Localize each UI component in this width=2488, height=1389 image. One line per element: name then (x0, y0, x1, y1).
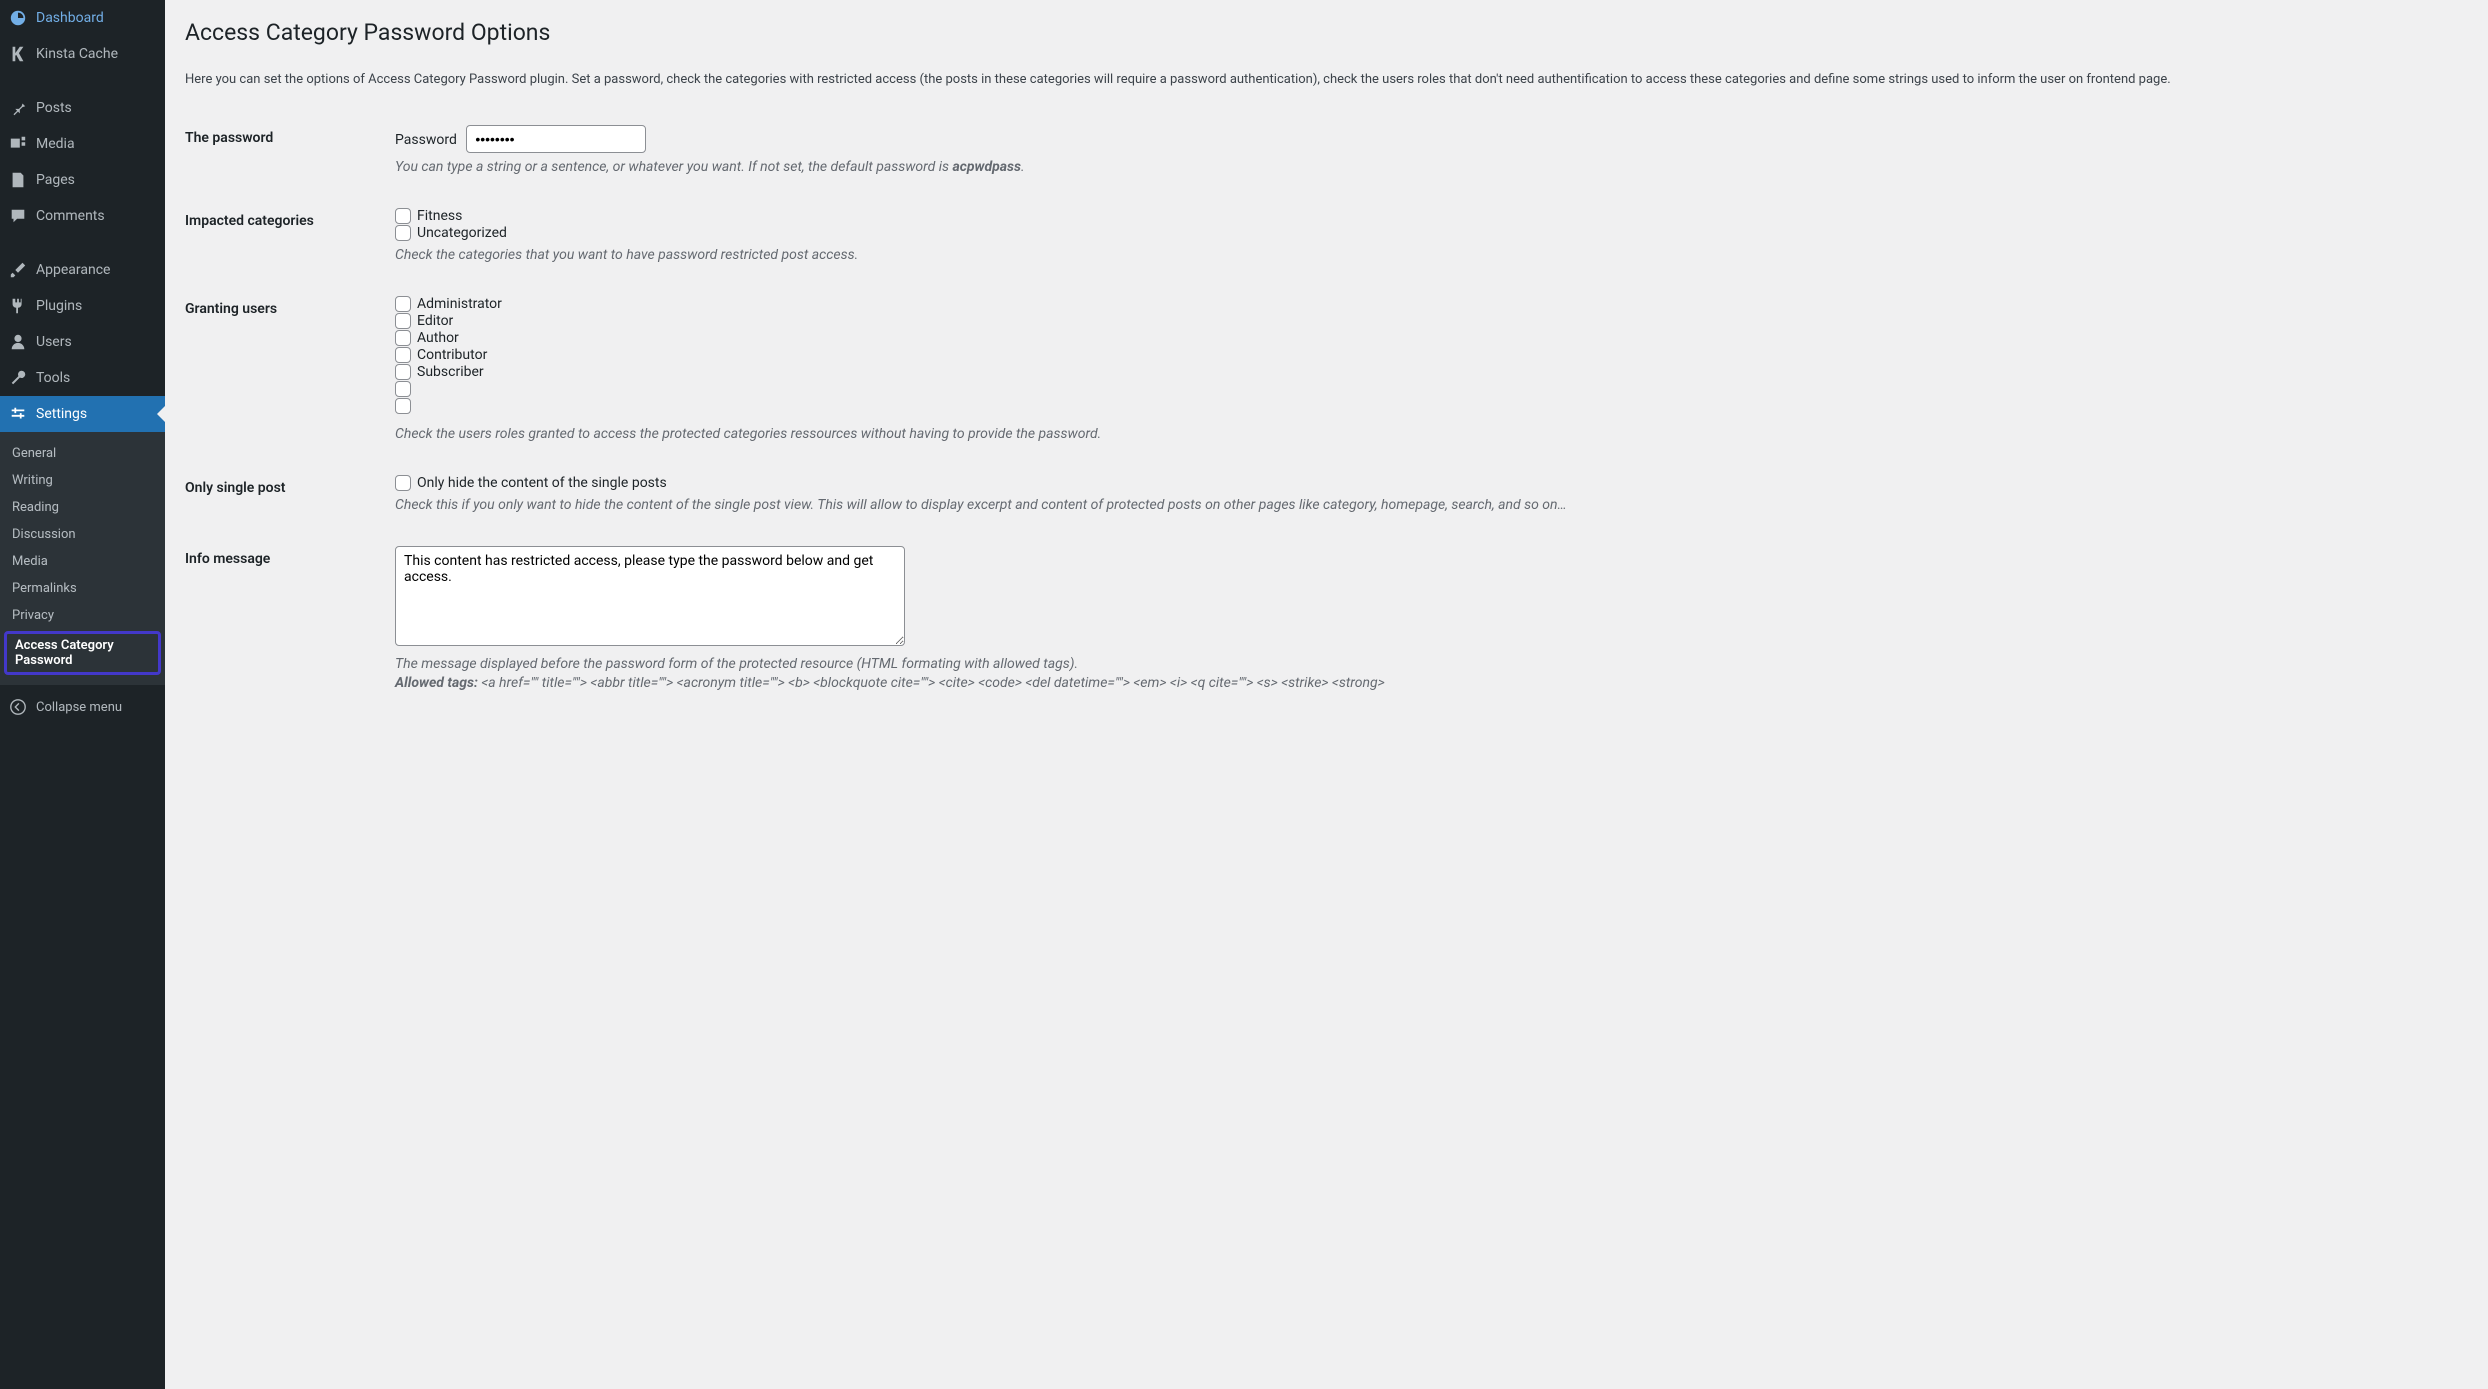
sidebar-item-label: Posts (36, 100, 72, 116)
categories-heading: Impacted categories (185, 193, 385, 281)
intro-text: Here you can set the options of Access C… (185, 70, 2468, 90)
comment-icon (8, 206, 28, 226)
user-row: Author (395, 330, 2458, 346)
sidebar-item-users[interactable]: Users (0, 324, 165, 360)
sidebar-item-label: Pages (36, 172, 75, 188)
user-row: Editor (395, 313, 2458, 329)
user-row (395, 398, 2458, 414)
category-label: Uncategorized (417, 225, 507, 241)
user-checkbox-editor[interactable] (395, 313, 411, 329)
user-label: Contributor (417, 347, 487, 363)
submenu-permalinks[interactable]: Permalinks (0, 575, 165, 602)
user-row: Administrator (395, 296, 2458, 312)
single-heading: Only single post (185, 460, 385, 531)
user-row: Subscriber (395, 364, 2458, 380)
wrench-icon (8, 368, 28, 388)
submenu-writing[interactable]: Writing (0, 467, 165, 494)
pages-icon (8, 170, 28, 190)
user-row (395, 381, 2458, 397)
sidebar-item-appearance[interactable]: Appearance (0, 252, 165, 288)
main-content: Access Category Password Options Here yo… (165, 0, 2488, 1389)
sidebar-item-label: Tools (36, 370, 70, 386)
single-checkbox[interactable] (395, 475, 411, 491)
user-checkbox-administrator[interactable] (395, 296, 411, 312)
user-checkbox-empty-1[interactable] (395, 381, 411, 397)
collapse-icon (8, 697, 28, 717)
sidebar-item-kinsta-cache[interactable]: Kinsta Cache (0, 36, 165, 72)
media-icon (8, 134, 28, 154)
password-heading: The password (185, 110, 385, 193)
allowed-tags: Allowed tags: <a href="" title=""> <abbr… (395, 675, 2458, 691)
info-heading: Info message (185, 531, 385, 706)
sidebar-item-comments[interactable]: Comments (0, 198, 165, 234)
single-description: Check this if you only want to hide the … (395, 495, 2458, 516)
info-message-textarea[interactable]: This content has restricted access, plea… (395, 546, 905, 646)
user-label: Author (417, 330, 459, 346)
submenu-privacy[interactable]: Privacy (0, 602, 165, 629)
user-checkbox-empty-2[interactable] (395, 398, 411, 414)
brush-icon (8, 260, 28, 280)
user-label: Editor (417, 313, 453, 329)
submenu-discussion[interactable]: Discussion (0, 521, 165, 548)
plug-icon (8, 296, 28, 316)
sidebar-item-label: Kinsta Cache (36, 46, 118, 62)
single-label: Only hide the content of the single post… (417, 475, 667, 491)
sidebar-item-label: Media (36, 136, 75, 152)
submenu-general[interactable]: General (0, 440, 165, 467)
sidebar-item-label: Appearance (36, 262, 110, 278)
category-checkbox-fitness[interactable] (395, 208, 411, 224)
sidebar-item-pages[interactable]: Pages (0, 162, 165, 198)
user-checkbox-subscriber[interactable] (395, 364, 411, 380)
submenu-media[interactable]: Media (0, 548, 165, 575)
settings-submenu: General Writing Reading Discussion Media… (0, 432, 165, 685)
kinsta-icon (8, 44, 28, 64)
user-label: Administrator (417, 296, 502, 312)
dashboard-icon (8, 8, 28, 28)
sidebar-item-label: Dashboard (36, 10, 104, 26)
collapse-label: Collapse menu (36, 700, 122, 715)
user-label: Subscriber (417, 364, 484, 380)
collapse-menu[interactable]: Collapse menu (0, 689, 165, 725)
pin-icon (8, 98, 28, 118)
sidebar-item-posts[interactable]: Posts (0, 90, 165, 126)
page-title: Access Category Password Options (185, 10, 2468, 50)
category-row: Uncategorized (395, 225, 2458, 241)
sidebar-item-label: Users (36, 334, 72, 350)
users-description: Check the users roles granted to access … (395, 424, 2458, 445)
sidebar-item-settings[interactable]: Settings (0, 396, 165, 432)
sidebar-item-dashboard[interactable]: Dashboard (0, 0, 165, 36)
settings-form: The password Password You can type a str… (185, 110, 2468, 706)
sidebar-item-label: Settings (36, 406, 87, 422)
user-icon (8, 332, 28, 352)
sidebar-item-tools[interactable]: Tools (0, 360, 165, 396)
categories-description: Check the categories that you want to ha… (395, 245, 2458, 266)
sidebar-item-plugins[interactable]: Plugins (0, 288, 165, 324)
user-row: Contributor (395, 347, 2458, 363)
category-label: Fitness (417, 208, 462, 224)
sidebar-item-media[interactable]: Media (0, 126, 165, 162)
password-label: Password (395, 132, 457, 148)
sidebar-item-label: Plugins (36, 298, 82, 314)
users-heading: Granting users (185, 281, 385, 460)
password-input[interactable] (466, 125, 646, 153)
category-row: Fitness (395, 208, 2458, 224)
admin-sidebar: Dashboard Kinsta Cache Posts Media Pages… (0, 0, 165, 1389)
single-row: Only hide the content of the single post… (395, 475, 2458, 491)
category-checkbox-uncategorized[interactable] (395, 225, 411, 241)
sidebar-item-label: Comments (36, 208, 105, 224)
submenu-reading[interactable]: Reading (0, 494, 165, 521)
submenu-access-category-password[interactable]: Access Category Password (4, 631, 161, 675)
user-checkbox-author[interactable] (395, 330, 411, 346)
sliders-icon (8, 404, 28, 424)
user-checkbox-contributor[interactable] (395, 347, 411, 363)
password-description: You can type a string or a sentence, or … (395, 157, 2458, 178)
info-description: The message displayed before the passwor… (395, 654, 2458, 675)
